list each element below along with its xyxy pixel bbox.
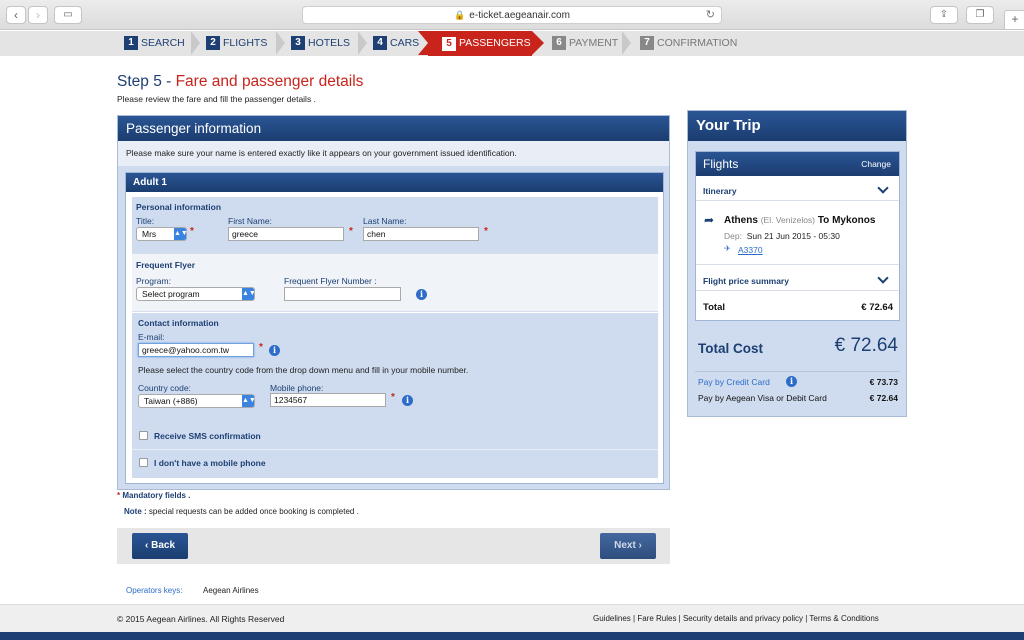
chevron-down-icon: ▲▼ — [242, 395, 256, 407]
page-subtitle: Please review the fare and fill the pass… — [117, 94, 316, 104]
sms-confirmation-label[interactable]: Receive SMS confirmation — [154, 431, 261, 441]
frequent-flyer-section: Frequent Flyer Program: Select program ▲▼… — [132, 253, 658, 312]
contact-information-section: Contact information E-mail: greece@yahoo… — [132, 313, 658, 478]
first-name-label: First Name: — [228, 216, 272, 226]
adult-title: Adult 1 — [126, 173, 663, 192]
step-cars[interactable]: 4 CARS — [373, 34, 419, 53]
address-bar[interactable]: 🔒 e-ticket.aegeanair.com ↻ — [302, 6, 722, 24]
title-label: Title: — [136, 216, 155, 226]
mandatory-fields-note: * Mandatory fields . — [117, 491, 191, 500]
chevron-right-icon: › — [635, 540, 642, 551]
email-input[interactable]: greece@yahoo.com.tw — [138, 343, 254, 357]
personal-info-title: Personal information — [136, 202, 222, 212]
page-title: Step 5 - Fare and passenger details — [117, 73, 364, 90]
departure-time: Dep: Sun 21 Jun 2015 - 05:30 — [724, 231, 840, 241]
plane-arrow-icon: ➦ — [704, 213, 715, 227]
flights-box: Flights Change Itinerary ➦ Athens (El. V… — [695, 151, 900, 321]
back-arrow-icon[interactable]: ‹ — [6, 6, 26, 24]
mobile-phone-label: Mobile phone: — [270, 383, 324, 393]
last-name-input[interactable]: chen — [363, 227, 479, 241]
share-icon[interactable]: ⇪ — [930, 6, 958, 24]
flights-title: Flights — [703, 157, 739, 171]
step-confirmation: 7 CONFIRMATION — [640, 34, 737, 53]
your-trip-panel: Your Trip Flights Change Itinerary ➦ Ath… — [687, 110, 907, 417]
step-search[interactable]: 1 SEARCH — [124, 34, 185, 53]
last-name-label: Last Name: — [363, 216, 407, 226]
info-icon[interactable]: i — [416, 289, 427, 300]
price-summary-toggle[interactable]: Flight price summary — [703, 276, 789, 286]
operators-keys-label: Operators keys: — [126, 586, 183, 595]
chevron-down-icon[interactable] — [877, 272, 889, 284]
program-select[interactable]: Select program ▲▼ — [136, 287, 256, 301]
info-icon[interactable]: i — [269, 345, 280, 356]
info-icon[interactable]: i — [402, 395, 413, 406]
email-label: E-mail: — [138, 332, 165, 342]
form-navigation: ‹ Back Next › — [117, 528, 670, 564]
step-hotels[interactable]: 3 HOTELS — [291, 34, 350, 53]
next-button[interactable]: Next › — [600, 533, 656, 559]
footer: © 2015 Aegean Airlines. All Rights Reser… — [0, 604, 1024, 640]
program-label: Program: — [136, 276, 171, 286]
sidebar-icon[interactable]: ▭ — [54, 6, 82, 24]
first-name-input[interactable]: greece — [228, 227, 344, 241]
browser-toolbar: ‹ › ▭ 🔒 e-ticket.aegeanair.com ↻ ⇪ ❐ + — [0, 0, 1024, 30]
step-passengers-active: 5 PASSENGERS — [418, 31, 544, 56]
footer-links[interactable]: Guidelines | Fare Rules | Security detai… — [593, 614, 879, 623]
step-payment: 6 PAYMENT — [552, 34, 618, 53]
tabs-icon[interactable]: ❐ — [966, 6, 994, 24]
passenger-information-panel: Passenger information Please make sure y… — [117, 115, 670, 490]
total-row: Total € 72.64 — [703, 302, 893, 313]
total-cost-value: € 72.64 — [834, 335, 898, 356]
panel-title: Passenger information — [118, 116, 669, 141]
country-code-instruction: Please select the country code from the … — [138, 365, 469, 375]
flights-header: Flights Change — [696, 152, 899, 176]
chevron-down-icon: ▲▼ — [174, 228, 188, 240]
pay-aegean-visa-row: Pay by Aegean Visa or Debit Card € 72.64 — [698, 393, 898, 403]
chevron-down-icon: ▲▼ — [242, 288, 256, 300]
step-flights[interactable]: 2 FLIGHTS — [206, 34, 267, 53]
no-mobile-label[interactable]: I don't have a mobile phone — [154, 458, 266, 468]
new-tab-icon[interactable]: + — [1004, 10, 1024, 30]
itinerary-toggle[interactable]: Itinerary — [703, 186, 737, 196]
info-icon[interactable]: i — [786, 376, 797, 387]
forward-arrow-icon[interactable]: › — [28, 6, 48, 24]
chevron-down-icon[interactable] — [877, 182, 889, 194]
sms-confirmation-checkbox[interactable] — [139, 431, 148, 440]
frequent-flyer-number-label: Frequent Flyer Number : — [284, 276, 377, 286]
country-code-select[interactable]: Taiwan (+886) ▲▼ — [138, 394, 256, 408]
no-mobile-checkbox[interactable] — [139, 458, 148, 467]
url-text: e-ticket.aegeanair.com — [469, 10, 570, 21]
adult-1-form: Adult 1 Personal information Title: Mrs ▲… — [125, 172, 664, 484]
pay-credit-card-row: Pay by Credit Card i € 73.73 — [698, 376, 898, 387]
personal-information-section: Personal information Title: Mrs ▲▼ * Firs… — [132, 197, 658, 253]
back-button[interactable]: ‹ Back — [132, 533, 188, 559]
your-trip-title: Your Trip — [688, 111, 906, 141]
title-select[interactable]: Mrs ▲▼ — [136, 227, 188, 241]
change-link[interactable]: Change — [861, 152, 891, 176]
total-cost-label: Total Cost — [698, 341, 763, 356]
contact-info-title: Contact information — [138, 318, 219, 328]
special-requests-note: Note : special requests can be added onc… — [124, 507, 359, 516]
lock-icon: 🔒 — [454, 10, 466, 20]
identification-note: Please make sure your name is entered ex… — [118, 141, 669, 166]
operators-keys-value: Aegean Airlines — [203, 586, 259, 595]
frequent-flyer-number-input[interactable] — [284, 287, 401, 301]
flight-route: Athens (El. Venizelos) To Mykonos — [724, 215, 876, 226]
airline-logo-icon: ✈ — [724, 244, 731, 253]
country-code-label: Country code: — [138, 383, 191, 393]
copyright: © 2015 Aegean Airlines. All Rights Reser… — [117, 614, 285, 624]
mobile-phone-input[interactable]: 1234567 — [270, 393, 386, 407]
reload-icon[interactable]: ↻ — [706, 7, 715, 23]
frequent-flyer-title: Frequent Flyer — [136, 260, 196, 270]
flight-number-link[interactable]: A3370 — [738, 245, 763, 255]
